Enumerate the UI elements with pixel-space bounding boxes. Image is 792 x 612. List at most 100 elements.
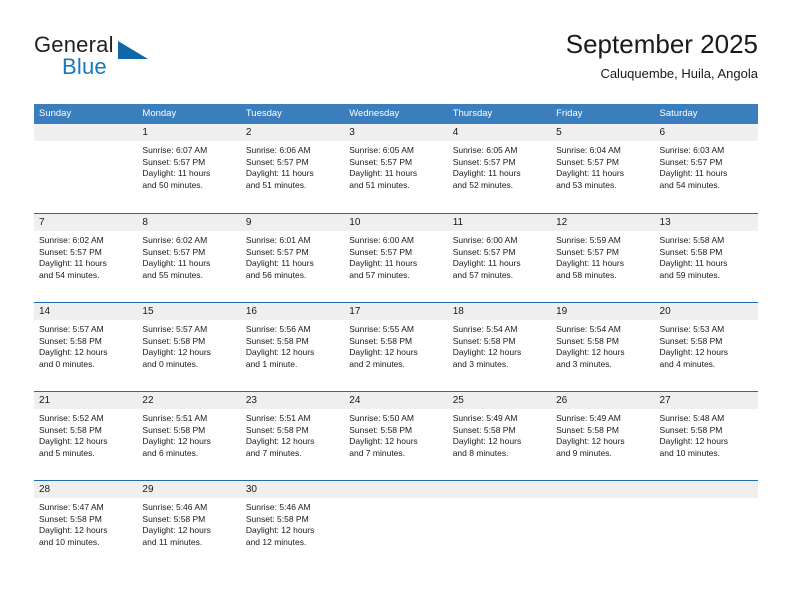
- day-cell[interactable]: 26 Sunrise: 5:49 AM Sunset: 5:58 PM Dayl…: [551, 392, 655, 480]
- day-number: 9: [240, 214, 345, 231]
- daylight-text-line2: and 53 minutes.: [556, 179, 617, 190]
- day-details: Sunrise: 5:55 AM Sunset: 5:58 PM Dayligh…: [344, 320, 447, 370]
- day-number: [654, 481, 758, 498]
- sunset-text: Sunset: 5:58 PM: [556, 335, 619, 346]
- day-number: 14: [34, 303, 138, 320]
- day-cell[interactable]: 24 Sunrise: 5:50 AM Sunset: 5:58 PM Dayl…: [344, 392, 448, 480]
- sunset-text: Sunset: 5:58 PM: [39, 513, 102, 524]
- day-details: Sunrise: 5:57 AM Sunset: 5:58 PM Dayligh…: [137, 320, 240, 370]
- day-cell[interactable]: 10 Sunrise: 6:00 AM Sunset: 5:57 PM Dayl…: [344, 214, 448, 302]
- day-cell[interactable]: [344, 481, 448, 569]
- day-cell[interactable]: 12 Sunrise: 5:59 AM Sunset: 5:57 PM Dayl…: [551, 214, 655, 302]
- day-cell[interactable]: 3 Sunrise: 6:05 AM Sunset: 5:57 PM Dayli…: [344, 124, 448, 213]
- day-number: 3: [344, 124, 448, 141]
- week-row: 7 Sunrise: 6:02 AM Sunset: 5:57 PM Dayli…: [34, 213, 758, 302]
- sunrise-text: Sunrise: 5:47 AM: [39, 502, 104, 512]
- sunrise-text: Sunrise: 6:00 AM: [349, 235, 414, 245]
- daylight-text-line2: and 10 minutes.: [659, 447, 721, 458]
- daylight-text-line1: Daylight: 11 hours: [659, 168, 728, 179]
- sunrise-text: Sunrise: 5:53 AM: [659, 324, 725, 334]
- sunset-text: Sunset: 5:58 PM: [452, 424, 516, 435]
- day-cell[interactable]: 20 Sunrise: 5:53 AM Sunset: 5:58 PM Dayl…: [654, 303, 758, 391]
- daylight-text-line2: and 0 minutes.: [39, 358, 95, 369]
- day-cell[interactable]: [551, 481, 655, 569]
- daylight-text-line1: Daylight: 12 hours: [39, 525, 108, 536]
- day-number: 5: [551, 124, 655, 141]
- day-cell[interactable]: 21 Sunrise: 5:52 AM Sunset: 5:58 PM Dayl…: [34, 392, 138, 480]
- day-cell[interactable]: 22 Sunrise: 5:51 AM Sunset: 5:58 PM Dayl…: [137, 392, 241, 480]
- calendar-page: General Blue September 2025 Caluquembe, …: [0, 0, 792, 612]
- day-cell[interactable]: 15 Sunrise: 5:57 AM Sunset: 5:58 PM Dayl…: [137, 303, 241, 391]
- day-cell[interactable]: 6 Sunrise: 6:03 AM Sunset: 5:57 PM Dayli…: [654, 124, 758, 213]
- sunrise-text: Sunrise: 5:57 AM: [39, 324, 104, 334]
- day-cell[interactable]: 11 Sunrise: 6:00 AM Sunset: 5:57 PM Dayl…: [447, 214, 552, 302]
- day-cell[interactable]: 4 Sunrise: 6:05 AM Sunset: 5:57 PM Dayli…: [447, 124, 552, 213]
- daylight-text-line1: Daylight: 11 hours: [39, 258, 107, 269]
- logo-secondary-text: Blue: [62, 54, 107, 79]
- day-number: 11: [447, 214, 552, 231]
- day-number: 19: [551, 303, 655, 320]
- day-cell[interactable]: 17 Sunrise: 5:55 AM Sunset: 5:58 PM Dayl…: [344, 303, 448, 391]
- day-cell[interactable]: 7 Sunrise: 6:02 AM Sunset: 5:57 PM Dayli…: [34, 214, 138, 302]
- day-cell[interactable]: [34, 124, 138, 213]
- daylight-text-line1: Daylight: 12 hours: [39, 347, 108, 358]
- day-number: 16: [240, 303, 345, 320]
- day-cell[interactable]: 27 Sunrise: 5:48 AM Sunset: 5:58 PM Dayl…: [654, 392, 758, 480]
- day-number: 29: [137, 481, 241, 498]
- daylight-text-line1: Daylight: 11 hours: [452, 168, 521, 179]
- daylight-text-line2: and 8 minutes.: [452, 447, 509, 458]
- sunrise-text: Sunrise: 5:46 AM: [142, 502, 208, 512]
- day-cell[interactable]: 5 Sunrise: 6:04 AM Sunset: 5:57 PM Dayli…: [551, 124, 655, 213]
- day-cell[interactable]: 8 Sunrise: 6:02 AM Sunset: 5:57 PM Dayli…: [137, 214, 241, 302]
- sunrise-text: Sunrise: 6:03 AM: [659, 145, 725, 155]
- daylight-text-line1: Daylight: 12 hours: [659, 347, 729, 358]
- week-row: 1 Sunrise: 6:07 AM Sunset: 5:57 PM Dayli…: [34, 124, 758, 213]
- day-number: 4: [447, 124, 552, 141]
- day-details: Sunrise: 6:01 AM Sunset: 5:57 PM Dayligh…: [241, 231, 344, 281]
- daylight-text-line2: and 7 minutes.: [349, 447, 406, 458]
- day-cell[interactable]: 2 Sunrise: 6:06 AM Sunset: 5:57 PM Dayli…: [240, 124, 345, 213]
- sunrise-text: Sunrise: 6:02 AM: [142, 235, 208, 245]
- day-number: [344, 481, 448, 498]
- day-cell[interactable]: 9 Sunrise: 6:01 AM Sunset: 5:57 PM Dayli…: [240, 214, 345, 302]
- day-number: 30: [240, 481, 345, 498]
- daylight-text-line1: Daylight: 12 hours: [556, 347, 625, 358]
- day-details: Sunrise: 5:54 AM Sunset: 5:58 PM Dayligh…: [551, 320, 654, 370]
- day-cell[interactable]: 14 Sunrise: 5:57 AM Sunset: 5:58 PM Dayl…: [34, 303, 138, 391]
- day-number: [551, 481, 655, 498]
- day-cell[interactable]: 19 Sunrise: 5:54 AM Sunset: 5:58 PM Dayl…: [551, 303, 655, 391]
- day-number: 25: [447, 392, 552, 409]
- sunset-text: Sunset: 5:57 PM: [245, 246, 309, 257]
- day-details: Sunrise: 6:02 AM Sunset: 5:57 PM Dayligh…: [137, 231, 240, 281]
- sunset-text: Sunset: 5:58 PM: [659, 424, 723, 435]
- day-details: Sunrise: 5:56 AM Sunset: 5:58 PM Dayligh…: [241, 320, 344, 370]
- day-cell[interactable]: 30 Sunrise: 5:46 AM Sunset: 5:58 PM Dayl…: [240, 481, 345, 569]
- sunset-text: Sunset: 5:58 PM: [556, 424, 619, 435]
- day-cell[interactable]: 13 Sunrise: 5:58 AM Sunset: 5:58 PM Dayl…: [654, 214, 758, 302]
- day-cell[interactable]: [447, 481, 552, 569]
- sunrise-text: Sunrise: 5:58 AM: [659, 235, 725, 245]
- day-cell[interactable]: 16 Sunrise: 5:56 AM Sunset: 5:58 PM Dayl…: [240, 303, 345, 391]
- day-cell[interactable]: 23 Sunrise: 5:51 AM Sunset: 5:58 PM Dayl…: [240, 392, 345, 480]
- sunrise-text: Sunrise: 5:55 AM: [349, 324, 414, 334]
- daylight-text-line2: and 51 minutes.: [349, 179, 410, 190]
- day-details: Sunrise: 6:05 AM Sunset: 5:57 PM Dayligh…: [344, 141, 447, 191]
- day-cell[interactable]: [654, 481, 758, 569]
- daylight-text-line1: Daylight: 12 hours: [245, 436, 315, 447]
- daylight-text-line1: Daylight: 12 hours: [142, 436, 211, 447]
- sunrise-text: Sunrise: 6:01 AM: [245, 235, 311, 245]
- day-cell[interactable]: 25 Sunrise: 5:49 AM Sunset: 5:58 PM Dayl…: [447, 392, 552, 480]
- day-cell[interactable]: 28 Sunrise: 5:47 AM Sunset: 5:58 PM Dayl…: [34, 481, 138, 569]
- sunset-text: Sunset: 5:57 PM: [349, 156, 413, 167]
- day-cell[interactable]: 18 Sunrise: 5:54 AM Sunset: 5:58 PM Dayl…: [447, 303, 552, 391]
- day-details: Sunrise: 5:58 AM Sunset: 5:58 PM Dayligh…: [655, 231, 758, 281]
- daylight-text-line1: Daylight: 12 hours: [349, 436, 418, 447]
- sunset-text: Sunset: 5:58 PM: [349, 424, 413, 435]
- day-number: 8: [137, 214, 241, 231]
- day-cell[interactable]: 1 Sunrise: 6:07 AM Sunset: 5:57 PM Dayli…: [137, 124, 241, 213]
- day-number: 12: [551, 214, 655, 231]
- day-cell[interactable]: 29 Sunrise: 5:46 AM Sunset: 5:58 PM Dayl…: [137, 481, 241, 569]
- sunrise-text: Sunrise: 5:49 AM: [452, 413, 518, 423]
- daylight-text-line2: and 58 minutes.: [556, 269, 617, 280]
- sunset-text: Sunset: 5:57 PM: [39, 246, 102, 257]
